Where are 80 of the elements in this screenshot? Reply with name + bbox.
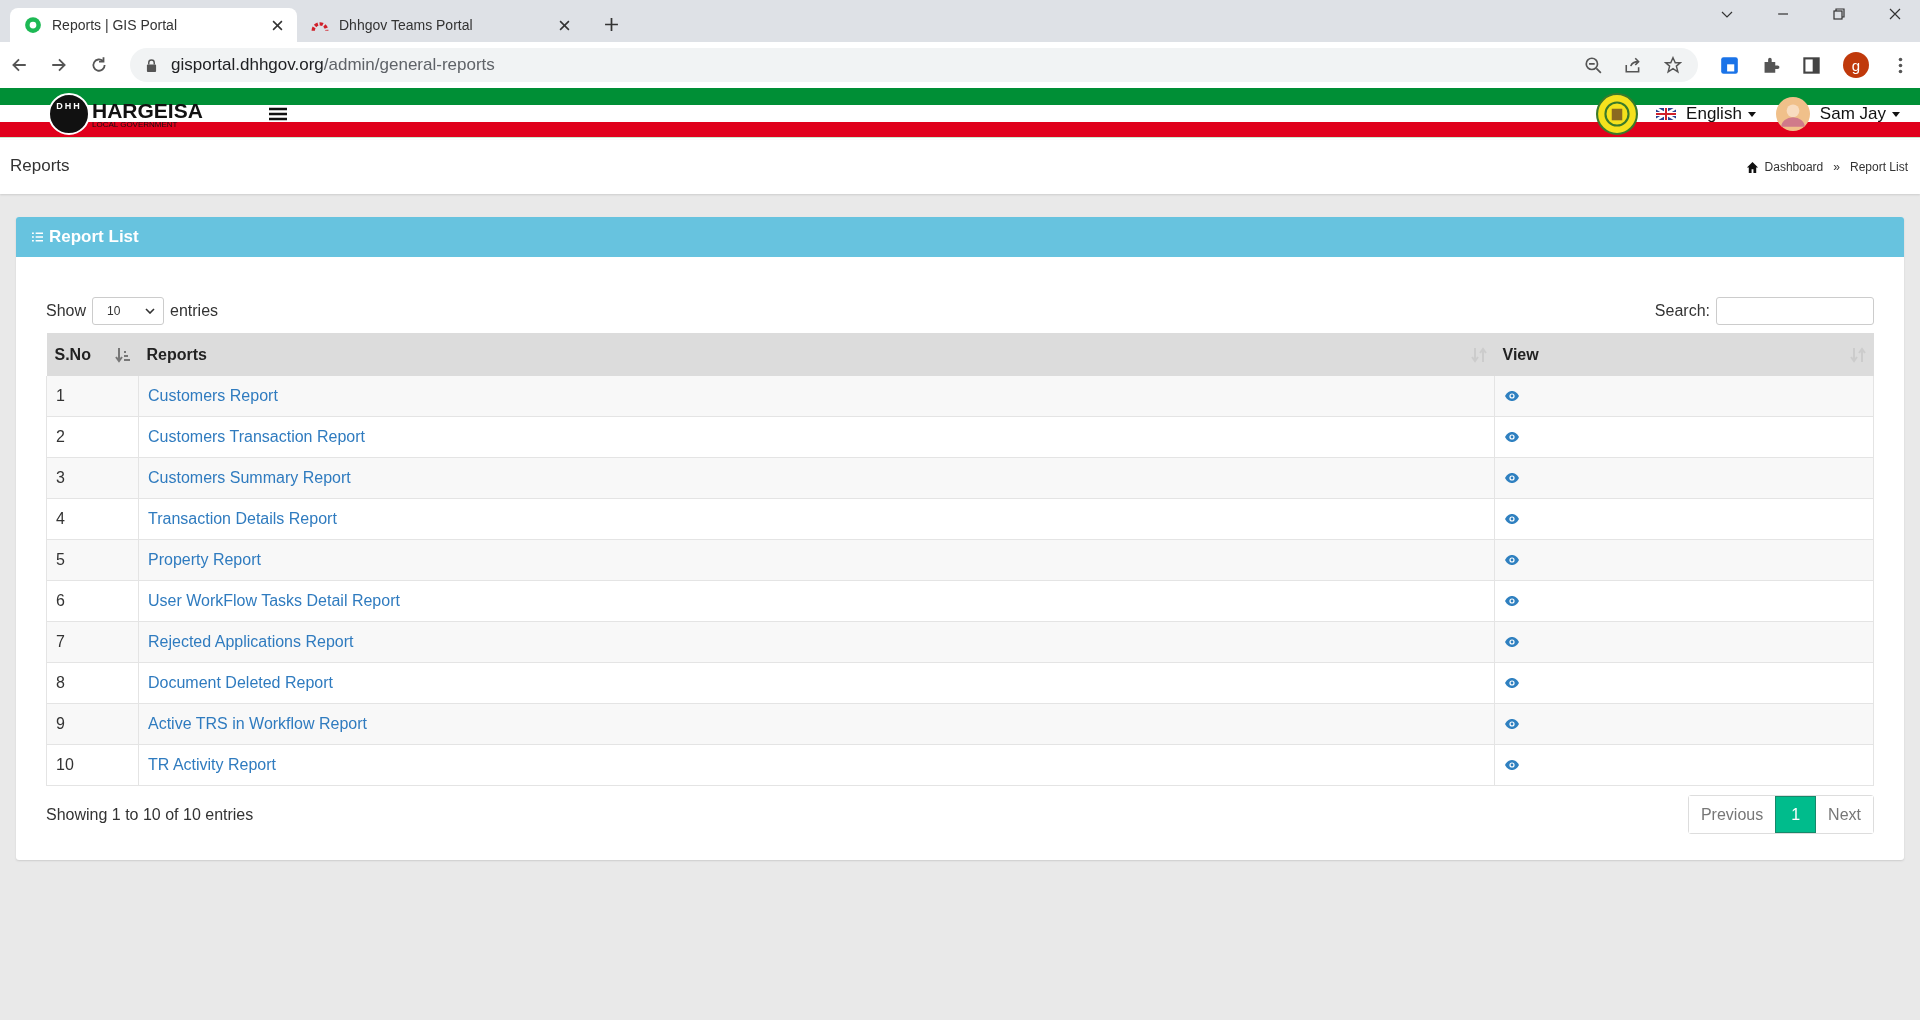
breadcrumb-separator: »: [1833, 160, 1840, 174]
browser-tab[interactable]: Reports | GIS Portal: [10, 8, 297, 42]
report-link[interactable]: Document Deleted Report: [148, 674, 333, 691]
avatar-icon: [1775, 97, 1810, 131]
eye-icon[interactable]: [1504, 636, 1520, 648]
share-icon[interactable]: [1624, 56, 1642, 74]
seal-icon: [1596, 93, 1639, 135]
tab-title: Dhhgov Teams Portal: [339, 17, 474, 33]
user-menu[interactable]: Sam Jay: [1775, 97, 1900, 131]
report-link[interactable]: Customers Transaction Report: [148, 428, 365, 445]
zoom-out-icon[interactable]: [1584, 56, 1602, 74]
report-link[interactable]: Customers Report: [148, 387, 278, 404]
logo-emblem: DHH: [48, 93, 90, 135]
table-info: Showing 1 to 10 of 10 entries: [46, 805, 254, 824]
eye-icon[interactable]: [1504, 390, 1520, 402]
profile-avatar[interactable]: g: [1843, 52, 1869, 78]
breadcrumb-link[interactable]: Dashboard: [1764, 160, 1824, 174]
forward-icon[interactable]: [50, 56, 68, 74]
close-icon[interactable]: [559, 19, 570, 31]
back-icon[interactable]: [10, 56, 28, 74]
table-cell: 2: [56, 428, 65, 445]
pagination-button[interactable]: 1: [1775, 796, 1817, 833]
table-cell: 5: [56, 551, 65, 568]
flag-icon: [1656, 108, 1677, 120]
eye-icon[interactable]: [1504, 554, 1520, 566]
report-link[interactable]: Customers Summary Report: [148, 469, 351, 486]
search-label: Search:: [1654, 302, 1710, 320]
table-cell: 1: [56, 387, 65, 404]
table-cell: 3: [56, 469, 65, 486]
table-cell: 7: [56, 633, 65, 650]
breadcrumb-link[interactable]: Report List: [1849, 160, 1908, 174]
report-link[interactable]: Rejected Applications Report: [148, 633, 354, 650]
eye-icon[interactable]: [1504, 431, 1520, 443]
star-icon[interactable]: [1664, 56, 1682, 74]
eye-icon[interactable]: [1504, 759, 1520, 771]
eye-icon[interactable]: [1504, 513, 1520, 525]
column-header[interactable]: S.No: [46, 333, 139, 376]
column-header[interactable]: Reports: [138, 333, 1495, 376]
close-icon[interactable]: [1888, 7, 1902, 21]
column-header[interactable]: View: [1494, 333, 1874, 376]
url-text: gisportal.dhhgov.org/admin/general-reports: [171, 55, 495, 75]
chevron-down-icon: [145, 308, 156, 314]
eye-icon[interactable]: [1504, 677, 1520, 689]
caret-icon: [1747, 111, 1756, 117]
eye-icon[interactable]: [1504, 472, 1520, 484]
new-tab-icon[interactable]: [604, 17, 619, 32]
sort-ascending-icon: [114, 346, 131, 363]
table-cell: 4: [56, 510, 65, 527]
entries-label: entries: [170, 302, 219, 320]
table-cell: 8: [56, 674, 65, 691]
logo-subtitle: LOCAL GOVERNMENT: [92, 120, 179, 129]
table-cell: 6: [56, 592, 65, 609]
list-icon: [32, 232, 43, 242]
table-cell: 9: [56, 715, 65, 732]
report-link[interactable]: Active TRS in Workflow Report: [148, 715, 368, 732]
close-icon[interactable]: [272, 19, 283, 31]
eye-icon[interactable]: [1504, 718, 1520, 730]
reload-icon[interactable]: [90, 56, 108, 74]
report-link[interactable]: User WorkFlow Tasks Detail Report: [148, 592, 400, 609]
tab-title: Reports | GIS Portal: [52, 17, 178, 33]
table-cell: 10: [56, 756, 74, 773]
browser-tab[interactable]: Dhhgov Teams Portal: [297, 8, 584, 42]
side-panel-icon[interactable]: [1802, 55, 1821, 75]
show-label: Show: [46, 302, 87, 320]
logo-title: HARGEISA: [92, 99, 203, 121]
caret-icon: [1892, 111, 1900, 117]
restore-icon[interactable]: [1832, 7, 1846, 21]
lock-icon: [146, 58, 157, 72]
page-title: Reports: [10, 156, 70, 177]
address-bar[interactable]: gisportal.dhhgov.org/admin/general-reports: [130, 48, 1698, 82]
report-link[interactable]: TR Activity Report: [148, 756, 277, 773]
menu-icon[interactable]: [268, 107, 287, 121]
language-menu[interactable]: English: [1656, 104, 1756, 124]
report-link[interactable]: Property Report: [148, 551, 261, 568]
page-size-select[interactable]: 10: [92, 297, 165, 325]
search-field[interactable]: [1716, 297, 1874, 325]
home-icon: [1745, 160, 1759, 174]
eye-icon[interactable]: [1504, 595, 1520, 607]
card-title: Report List: [49, 227, 139, 247]
report-link[interactable]: Transaction Details Report: [148, 510, 337, 527]
